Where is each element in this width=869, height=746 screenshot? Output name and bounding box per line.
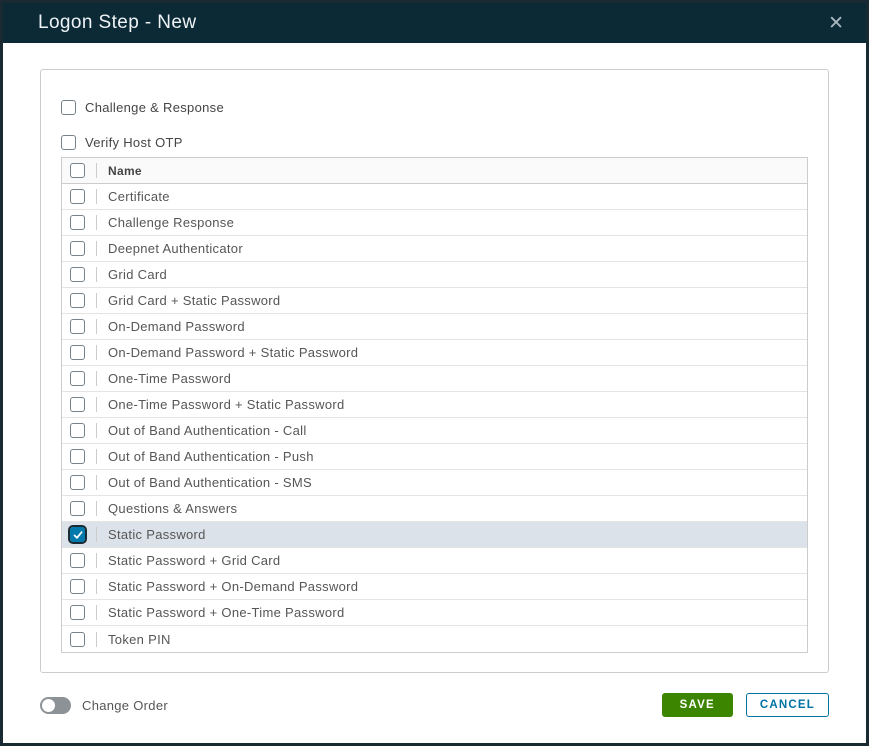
row-label: Out of Band Authentication - SMS: [108, 475, 312, 490]
column-divider: [96, 553, 97, 568]
table-row[interactable]: Static Password + Grid Card: [62, 548, 807, 574]
row-checkbox[interactable]: [70, 605, 85, 620]
column-divider: [96, 371, 97, 386]
row-label: Questions & Answers: [108, 501, 237, 516]
checkbox-label: Challenge & Response: [85, 100, 224, 115]
change-order-toggle-group[interactable]: Change Order: [40, 697, 168, 714]
row-label: Grid Card + Static Password: [108, 293, 280, 308]
column-divider: [96, 189, 97, 204]
column-divider: [96, 605, 97, 620]
checkmark-icon: [73, 530, 83, 540]
row-label: Token PIN: [108, 632, 171, 647]
cancel-button[interactable]: CANCEL: [746, 693, 829, 717]
dialog-footer: Change Order SAVE CANCEL: [3, 673, 866, 743]
table-row[interactable]: Out of Band Authentication - Push: [62, 444, 807, 470]
row-checkbox[interactable]: [70, 293, 85, 308]
checkbox-verify-host-otp[interactable]: Verify Host OTP: [61, 135, 808, 150]
table-row[interactable]: One-Time Password: [62, 366, 807, 392]
options-panel: Challenge & Response Verify Host OTP Nam…: [40, 69, 829, 673]
row-label: One-Time Password + Static Password: [108, 397, 345, 412]
dialog-title: Logon Step - New: [38, 12, 197, 34]
row-checkbox[interactable]: [70, 632, 85, 647]
row-checkbox[interactable]: [70, 553, 85, 568]
row-checkbox[interactable]: [70, 267, 85, 282]
toggle-switch[interactable]: [40, 697, 71, 714]
row-checkbox[interactable]: [70, 189, 85, 204]
row-label: Out of Band Authentication - Call: [108, 423, 307, 438]
row-checkbox[interactable]: [70, 527, 85, 542]
table-row[interactable]: On-Demand Password: [62, 314, 807, 340]
column-divider: [96, 632, 97, 647]
column-divider: [96, 215, 97, 230]
table-row[interactable]: Challenge Response: [62, 210, 807, 236]
table-row[interactable]: One-Time Password + Static Password: [62, 392, 807, 418]
row-checkbox[interactable]: [70, 501, 85, 516]
row-checkbox[interactable]: [70, 423, 85, 438]
table-row[interactable]: Grid Card: [62, 262, 807, 288]
column-divider: [96, 449, 97, 464]
column-divider: [96, 319, 97, 334]
row-label: Out of Band Authentication - Push: [108, 449, 314, 464]
toggle-label: Change Order: [82, 698, 168, 713]
row-label: One-Time Password: [108, 371, 231, 386]
row-label: On-Demand Password: [108, 319, 245, 334]
checkbox-icon[interactable]: [61, 100, 76, 115]
column-divider: [96, 475, 97, 490]
save-button[interactable]: SAVE: [662, 693, 733, 717]
table-row[interactable]: Static Password + On-Demand Password: [62, 574, 807, 600]
table-row[interactable]: Token PIN: [62, 626, 807, 652]
column-divider: [96, 579, 97, 594]
row-label: Challenge Response: [108, 215, 234, 230]
table-header-row: Name: [62, 158, 807, 184]
table-row[interactable]: Deepnet Authenticator: [62, 236, 807, 262]
table-rows: Certificate Challenge Response Deepnet A…: [62, 184, 807, 652]
row-label: Static Password + One-Time Password: [108, 605, 345, 620]
toggle-knob: [42, 699, 55, 712]
checkbox-challenge-response[interactable]: Challenge & Response: [61, 100, 808, 115]
dialog-body: Challenge & Response Verify Host OTP Nam…: [3, 43, 866, 673]
table-row[interactable]: Static Password + One-Time Password: [62, 600, 807, 626]
action-buttons: SAVE CANCEL: [662, 693, 829, 717]
dialog-header: Logon Step - New ✕: [3, 3, 866, 43]
column-divider: [96, 423, 97, 438]
checkbox-label: Verify Host OTP: [85, 135, 183, 150]
row-checkbox[interactable]: [70, 449, 85, 464]
row-label: Grid Card: [108, 267, 167, 282]
select-all-checkbox[interactable]: [70, 163, 85, 178]
table-row[interactable]: On-Demand Password + Static Password: [62, 340, 807, 366]
checkbox-icon[interactable]: [61, 135, 76, 150]
row-checkbox[interactable]: [70, 579, 85, 594]
column-divider: [96, 501, 97, 516]
row-label: Deepnet Authenticator: [108, 241, 243, 256]
row-checkbox[interactable]: [70, 475, 85, 490]
row-label: Static Password + On-Demand Password: [108, 579, 358, 594]
row-label: Certificate: [108, 189, 170, 204]
table-row[interactable]: Grid Card + Static Password: [62, 288, 807, 314]
table-row[interactable]: Out of Band Authentication - SMS: [62, 470, 807, 496]
row-checkbox[interactable]: [70, 345, 85, 360]
row-checkbox[interactable]: [70, 397, 85, 412]
auth-methods-table: Name Certificate Challenge Response Dee: [61, 157, 808, 653]
row-label: On-Demand Password + Static Password: [108, 345, 358, 360]
row-checkbox[interactable]: [70, 371, 85, 386]
logon-step-dialog: Logon Step - New ✕ Challenge & Response …: [0, 0, 869, 746]
row-label: Static Password + Grid Card: [108, 553, 280, 568]
column-divider: [96, 241, 97, 256]
table-row[interactable]: Questions & Answers: [62, 496, 807, 522]
row-checkbox[interactable]: [70, 319, 85, 334]
column-divider: [96, 345, 97, 360]
column-header-name: Name: [108, 164, 142, 178]
column-divider: [96, 527, 97, 542]
column-divider: [96, 293, 97, 308]
close-icon[interactable]: ✕: [824, 12, 848, 35]
row-checkbox[interactable]: [70, 241, 85, 256]
row-checkbox[interactable]: [70, 215, 85, 230]
row-label: Static Password: [108, 527, 206, 542]
column-divider: [96, 163, 97, 178]
table-row[interactable]: Certificate: [62, 184, 807, 210]
column-divider: [96, 397, 97, 412]
column-divider: [96, 267, 97, 282]
table-row[interactable]: Static Password: [62, 522, 807, 548]
table-row[interactable]: Out of Band Authentication - Call: [62, 418, 807, 444]
